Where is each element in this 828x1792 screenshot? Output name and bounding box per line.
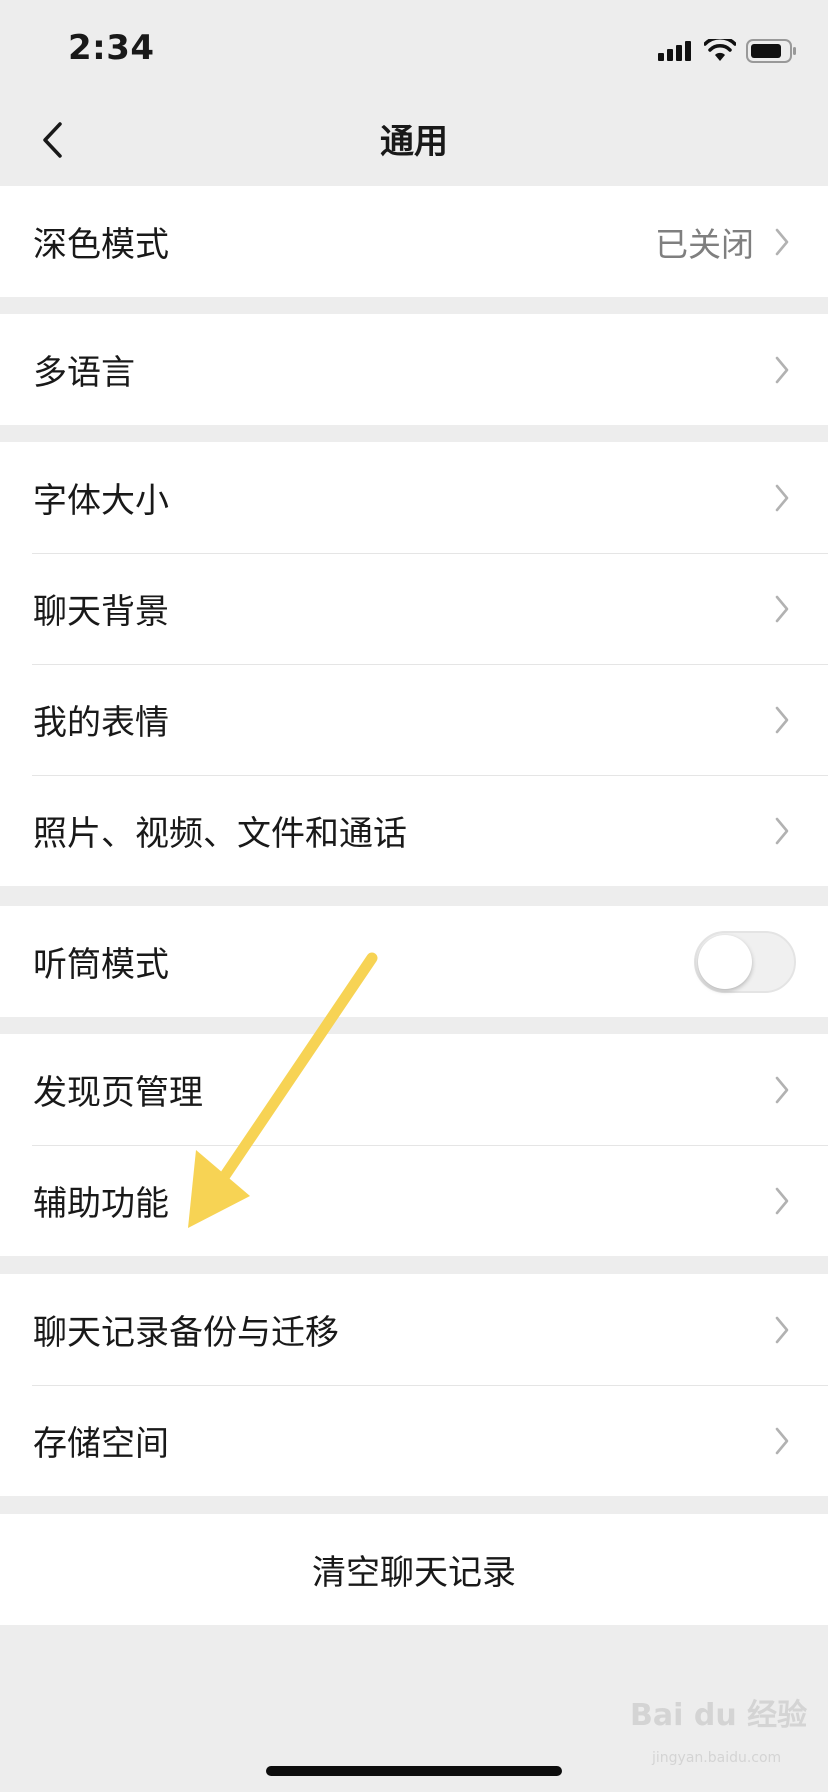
chevron-right-icon <box>774 704 794 736</box>
row-label: 我的表情 <box>33 703 169 743</box>
wifi-icon <box>704 39 736 61</box>
font-size-row[interactable]: 字体大小 <box>0 442 828 553</box>
watermark-url: jingyan.baidu.com <box>652 1750 782 1766</box>
settings-group-display: 深色模式 已关闭 <box>0 186 828 297</box>
row-label: 多语言 <box>33 353 135 393</box>
toggle-knob <box>698 934 752 989</box>
chevron-right-icon <box>774 354 794 386</box>
settings-group-language: 多语言 <box>0 314 828 425</box>
chevron-right-icon <box>774 226 794 258</box>
chevron-right-icon <box>774 815 794 847</box>
chat-backup-migration-row[interactable]: 聊天记录备份与迁移 <box>0 1274 828 1385</box>
settings-group-chat: 字体大小 聊天背景 我的表情 照片、视频、文件和通话 <box>0 442 828 886</box>
accessibility-row[interactable]: 辅助功能 <box>0 1145 828 1256</box>
chevron-right-icon <box>774 1314 794 1346</box>
chevron-right-icon <box>774 1185 794 1217</box>
language-row[interactable]: 多语言 <box>0 314 828 425</box>
chevron-right-icon <box>774 1425 794 1457</box>
dark-mode-status: 已关闭 <box>655 224 754 264</box>
clear-chat-history-button[interactable]: 清空聊天记录 <box>0 1514 828 1625</box>
battery-icon <box>746 39 796 63</box>
status-time: 2:34 <box>68 28 155 68</box>
dark-mode-row[interactable]: 深色模式 已关闭 <box>0 186 828 297</box>
status-bar: 2:34 <box>0 0 828 92</box>
my-stickers-row[interactable]: 我的表情 <box>0 664 828 775</box>
row-label: 照片、视频、文件和通话 <box>33 814 407 854</box>
media-files-calls-row[interactable]: 照片、视频、文件和通话 <box>0 775 828 886</box>
home-indicator <box>266 1766 562 1776</box>
row-label: 发现页管理 <box>33 1073 203 1113</box>
status-icons <box>658 34 798 68</box>
signal-icon <box>658 41 691 61</box>
navigation-bar: 通用 <box>0 92 828 186</box>
earpiece-mode-row: 听筒模式 <box>0 906 828 1017</box>
row-label: 辅助功能 <box>33 1184 169 1224</box>
settings-group-clear: 清空聊天记录 <box>0 1514 828 1625</box>
settings-group-storage: 聊天记录备份与迁移 存储空间 <box>0 1274 828 1496</box>
row-label: 深色模式 <box>33 225 169 265</box>
page-title: 通用 <box>380 122 448 162</box>
discover-management-row[interactable]: 发现页管理 <box>0 1034 828 1145</box>
chevron-right-icon <box>774 482 794 514</box>
row-label: 存储空间 <box>33 1424 169 1464</box>
clear-chat-history-label: 清空聊天记录 <box>312 1553 516 1593</box>
settings-group-features: 发现页管理 辅助功能 <box>0 1034 828 1256</box>
row-label: 字体大小 <box>33 481 169 521</box>
row-label: 聊天记录备份与迁移 <box>33 1313 339 1353</box>
chevron-right-icon <box>774 1074 794 1106</box>
row-label: 聊天背景 <box>33 592 169 632</box>
chat-background-row[interactable]: 聊天背景 <box>0 553 828 664</box>
row-label: 听筒模式 <box>33 945 169 985</box>
chevron-right-icon <box>774 593 794 625</box>
settings-group-earpiece: 听筒模式 <box>0 906 828 1017</box>
storage-space-row[interactable]: 存储空间 <box>0 1385 828 1496</box>
earpiece-mode-toggle[interactable] <box>694 930 796 993</box>
watermark-logo: Bai du 经验 <box>630 1698 808 1733</box>
